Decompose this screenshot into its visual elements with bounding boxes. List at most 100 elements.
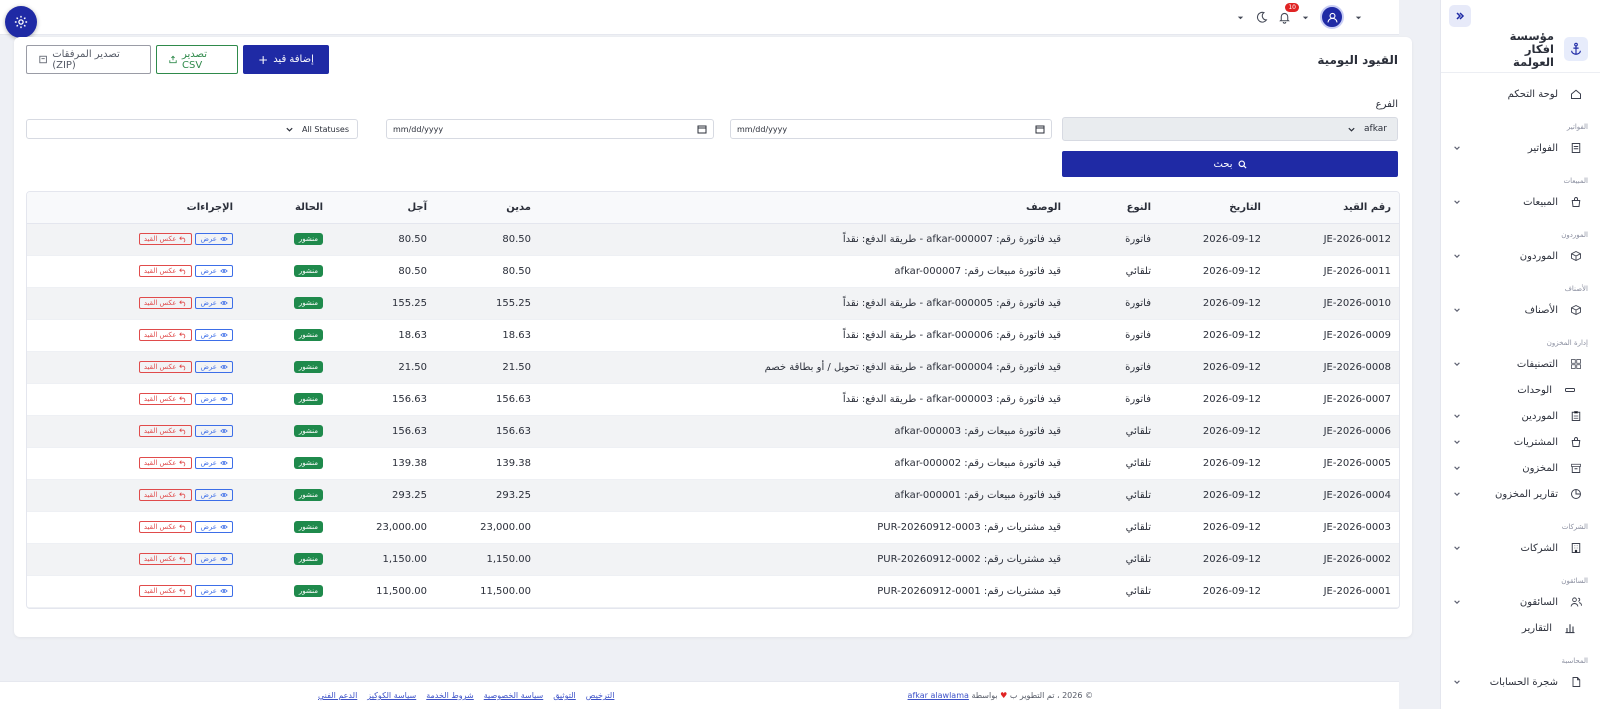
view-button[interactable]: عرض: [195, 552, 233, 565]
description-cell: قيد فاتورة مبيعات رقم: afkar-000007: [539, 255, 1069, 288]
sidebar-item[interactable]: المبيعات: [1441, 189, 1600, 215]
credit-cell: 139.38: [331, 447, 435, 480]
reverse-entry-button[interactable]: عكس القيد: [138, 520, 193, 533]
credit-cell: 80.50: [331, 223, 435, 256]
sidebar-section-label: الأصناف: [1564, 285, 1588, 293]
settings-gear-button[interactable]: [5, 6, 37, 38]
sidebar-item[interactable]: الموردون: [1441, 243, 1600, 269]
reverse-entry-button[interactable]: عكس القيد: [138, 232, 193, 245]
view-label: عرض: [200, 554, 217, 563]
reverse-entry-button[interactable]: عكس القيد: [138, 264, 193, 277]
reverse-entry-button[interactable]: عكس القيد: [138, 328, 193, 341]
reverse-entry-button[interactable]: عكس القيد: [138, 296, 193, 309]
sidebar-item[interactable]: الوحدات: [1441, 377, 1600, 403]
status-badge: منشور: [293, 457, 323, 469]
date-cell: 2026-09-12: [1159, 479, 1269, 512]
view-button[interactable]: عرض: [195, 264, 233, 277]
reverse-entry-button[interactable]: عكس القيد: [138, 584, 193, 597]
date-to-input[interactable]: mm/dd/yyyy: [386, 119, 714, 139]
sidebar-item[interactable]: التصنيفات: [1441, 351, 1600, 377]
reverse-entry-button[interactable]: عكس القيد: [138, 392, 193, 405]
view-button[interactable]: عرض: [195, 488, 233, 501]
avatar-chevron-icon[interactable]: [1301, 13, 1310, 22]
sidebar-item[interactable]: تقارير المخزون: [1441, 481, 1600, 507]
view-button[interactable]: عرض: [195, 456, 233, 469]
notifications-bell-icon[interactable]: 10: [1278, 2, 1299, 24]
type-cell: تلقائي: [1069, 447, 1159, 480]
footer-link[interactable]: الدعم الفني: [318, 691, 357, 700]
export-csv-button[interactable]: تصدير CSV: [156, 45, 238, 74]
sidebar-item[interactable]: الموردين: [1441, 403, 1600, 429]
sidebar-item-label: المبيعات: [1523, 196, 1558, 208]
search-label: بحث: [1213, 158, 1233, 170]
sidebar-section-label: إدارة المخزون: [1546, 339, 1588, 347]
sidebar-collapse-button[interactable]: [1449, 5, 1471, 27]
view-button[interactable]: عرض: [195, 296, 233, 309]
add-entry-button[interactable]: + إضافة قيد: [243, 45, 329, 74]
sidebar-item[interactable]: الفواتير: [1441, 135, 1600, 161]
table-row: JE-2026-0003 2026-09-12 تلقائي قيد مشتريات …: [27, 511, 1399, 544]
type-cell: تلقائي: [1069, 511, 1159, 544]
entry-no-cell: JE-2026-0001: [1269, 575, 1399, 608]
user-avatar[interactable]: [1320, 5, 1344, 29]
table-row: JE-2026-0012 2026-09-12 فاتورة قيد فاتورة ر…: [27, 223, 1399, 256]
debit-cell: 18.63: [435, 319, 539, 352]
view-label: عرض: [200, 490, 217, 499]
actions-cell: عرض عكس القيد: [27, 255, 241, 288]
sidebar-item[interactable]: شجرة الحسابات: [1441, 669, 1600, 695]
reverse-entry-button[interactable]: عكس القيد: [138, 552, 193, 565]
date-from-input[interactable]: mm/dd/yyyy: [730, 119, 1052, 139]
reverse-label: عكس القيد: [143, 522, 177, 531]
footer-link[interactable]: سياسة الخصوصية: [484, 691, 543, 700]
branch-select[interactable]: afkar: [1062, 117, 1398, 141]
dropdown-caret-icon[interactable]: [1354, 13, 1363, 22]
col-type: النوع: [1069, 192, 1159, 224]
actions-cell: عرض عكس القيد: [27, 287, 241, 320]
debit-cell: 21.50: [435, 351, 539, 384]
export-zip-button[interactable]: تصدير المرفقات (ZIP): [26, 45, 151, 74]
sidebar-section-label: الفواتير: [1566, 123, 1588, 131]
view-button[interactable]: عرض: [195, 392, 233, 405]
view-button[interactable]: عرض: [195, 584, 233, 597]
reverse-entry-button[interactable]: عكس القيد: [138, 488, 193, 501]
sidebar-item[interactable]: المشتريات: [1441, 429, 1600, 455]
footer-link[interactable]: الترخيص: [586, 691, 615, 700]
reverse-entry-button[interactable]: عكس القيد: [138, 424, 193, 437]
search-button[interactable]: بحث: [1062, 151, 1398, 177]
view-button[interactable]: عرض: [195, 328, 233, 341]
bag-icon: [1568, 196, 1584, 208]
view-button[interactable]: عرض: [195, 232, 233, 245]
footer-link[interactable]: شروط الخدمة: [426, 691, 474, 700]
sidebar-item[interactable]: الشركات: [1441, 535, 1600, 561]
footer-author-link[interactable]: afkar alawlama: [908, 691, 969, 700]
reverse-entry-button[interactable]: عكس القيد: [138, 360, 193, 373]
entry-no-cell: JE-2026-0009: [1269, 319, 1399, 352]
box-icon: [1568, 250, 1584, 262]
export-icon: [169, 55, 177, 64]
status-select[interactable]: All Statuses: [26, 119, 358, 139]
view-button[interactable]: عرض: [195, 520, 233, 533]
branch-label: الفرع: [1375, 99, 1398, 110]
sidebar-item[interactable]: المخزون: [1441, 455, 1600, 481]
reverse-entry-button[interactable]: عكس القيد: [138, 456, 193, 469]
doc-icon: [1568, 676, 1584, 688]
description-cell: قيد فاتورة مبيعات رقم: afkar-000003: [539, 415, 1069, 448]
status-cell: منشور: [241, 319, 331, 352]
sidebar-item[interactable]: السائقون: [1441, 589, 1600, 615]
user-menu-chevron-icon[interactable]: [1236, 13, 1245, 22]
footer-link[interactable]: سياسة الكوكيز: [367, 691, 416, 700]
sidebar-item[interactable]: الأصناف: [1441, 297, 1600, 323]
footer-link[interactable]: التوثيق: [553, 691, 576, 700]
type-cell: فاتورة: [1069, 351, 1159, 384]
dark-mode-moon-icon[interactable]: [1255, 11, 1268, 24]
view-button[interactable]: عرض: [195, 424, 233, 437]
date-cell: 2026-09-12: [1159, 255, 1269, 288]
footer-copyright: © 2026 ، تم التطوير ب: [1009, 691, 1093, 700]
sidebar-item[interactable]: لوحة التحكم: [1441, 81, 1600, 107]
view-button[interactable]: عرض: [195, 360, 233, 373]
eye-icon: [220, 268, 228, 273]
sidebar-item-label: التصنيفات: [1516, 358, 1558, 370]
status-badge: منشور: [293, 585, 323, 597]
table-body: JE-2026-0012 2026-09-12 فاتورة قيد فاتورة ر…: [27, 223, 1399, 608]
sidebar-item[interactable]: التقارير: [1441, 615, 1600, 641]
